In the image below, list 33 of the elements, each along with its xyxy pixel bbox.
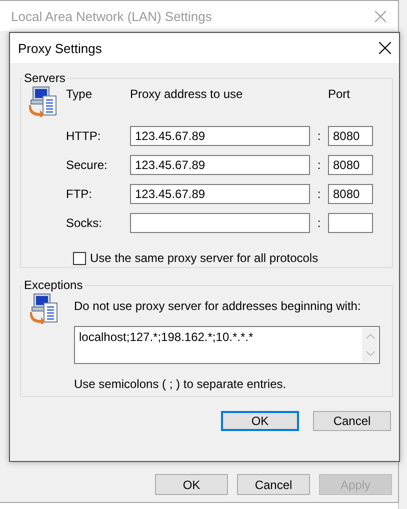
port-field[interactable] (328, 213, 373, 233)
window-title: Local Area Network (LAN) Settings (11, 8, 212, 24)
cancel-button[interactable]: Cancel (237, 474, 310, 495)
checkbox[interactable] (73, 252, 86, 264)
hint-text: Use semicolons ( ; ) to separate entries. (74, 377, 288, 391)
address-field[interactable] (130, 213, 310, 233)
exceptions-field[interactable]: localhost;127.*;198.162.*;10.*.*.* (74, 326, 380, 364)
port-field[interactable]: 8080 (328, 184, 373, 204)
address-field[interactable]: 123.45.67.89 (130, 126, 310, 146)
address-field[interactable]: 123.45.67.89 (130, 155, 310, 175)
colon-separator: : (316, 216, 322, 230)
ok-button[interactable]: OK (221, 411, 299, 431)
protocol-label: FTP: (66, 187, 93, 201)
protocol-label: Socks: (66, 216, 104, 230)
colon-separator: : (316, 129, 322, 143)
column-header: Port (328, 87, 352, 102)
group-label: Exceptions (23, 278, 84, 292)
port-field[interactable]: 8080 (328, 126, 373, 146)
close-icon[interactable] (379, 42, 391, 54)
column-header: Proxy address to use (130, 87, 244, 102)
cancel-button[interactable]: Cancel (313, 411, 391, 431)
instruction-text: Do not use proxy server for addresses beginning with: (74, 299, 362, 313)
dialog-title: Proxy Settings (18, 40, 102, 56)
ok-button[interactable]: OK (155, 474, 228, 495)
protocol-label: Secure: (66, 158, 108, 172)
colon-separator: : (316, 158, 322, 172)
column-header: Type (66, 87, 94, 102)
address-field[interactable]: 123.45.67.89 (130, 184, 310, 204)
colon-separator: : (316, 187, 322, 201)
port-field[interactable]: 8080 (328, 155, 373, 175)
protocol-label: HTTP: (66, 129, 102, 143)
group-label: Servers (23, 71, 66, 85)
checkbox-label[interactable]: Use the same proxy server for all protocols (90, 251, 318, 265)
